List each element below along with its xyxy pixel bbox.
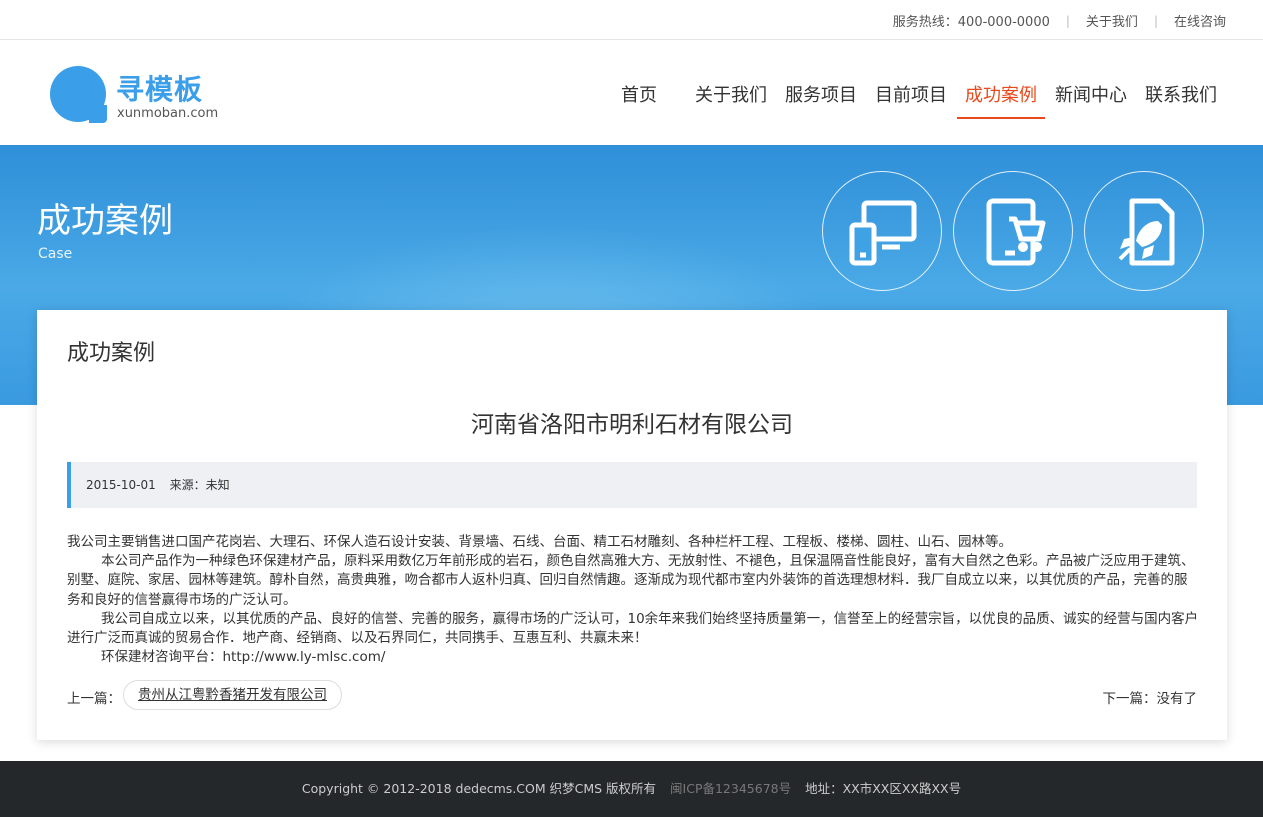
logo-bubble-icon bbox=[50, 66, 107, 123]
rocket-file-icon bbox=[1084, 171, 1204, 291]
service-hotline: 服务热线：400-000-0000 bbox=[892, 15, 1050, 30]
top-bar: 服务热线：400-000-0000 | 关于我们 | 在线咨询 bbox=[0, 0, 1263, 40]
content-card: 成功案例 河南省洛阳市明利石材有限公司 2015-10-01 来源：未知 我公司… bbox=[37, 310, 1227, 740]
banner-subtitle: Case bbox=[38, 246, 73, 262]
main-nav: 首页 关于我们 服务项目 目前项目 成功案例 新闻中心 联系我们 bbox=[611, 41, 1225, 145]
nav-item-home[interactable]: 首页 bbox=[613, 41, 665, 145]
divider: | bbox=[1153, 13, 1158, 28]
article-paragraph: 我公司自成立以来，以其优质的产品、良好的信誉、完善的服务，赢得市场的广泛认可，1… bbox=[67, 610, 1199, 647]
prev-label: 上一篇： bbox=[67, 691, 121, 707]
tablet-cart-icon bbox=[953, 171, 1073, 291]
nav-item-cases[interactable]: 成功案例 bbox=[957, 41, 1045, 145]
nav-item-services[interactable]: 服务项目 bbox=[777, 41, 865, 145]
site-logo[interactable]: 寻模板 xunmoban.com bbox=[50, 66, 230, 126]
divider: | bbox=[1065, 13, 1070, 28]
footer-copyright: Copyright © 2012-2018 dedecms.COM 织梦CMS … bbox=[301, 781, 657, 796]
article-body: 我公司主要销售进口国产花岗岩、大理石、环保人造石设计安装、背景墙、石线、台面、精… bbox=[67, 533, 1199, 667]
article-meta: 2015-10-01 来源：未知 bbox=[67, 462, 1197, 508]
article-source: 来源：未知 bbox=[169, 478, 230, 492]
article-paragraph: 本公司产品作为一种绿色环保建材产品，原料采用数亿万年前形成的岩石，颜色自然高雅大… bbox=[67, 553, 1195, 608]
nav-item-about[interactable]: 关于我们 bbox=[687, 41, 775, 145]
footer-icp[interactable]: 闽ICP备12345678号 bbox=[670, 781, 791, 796]
article-title: 河南省洛阳市明利石材有限公司 bbox=[471, 412, 793, 438]
site-header: 寻模板 xunmoban.com 首页 关于我们 服务项目 目前项目 成功案例 … bbox=[0, 41, 1263, 145]
logo-domain: xunmoban.com bbox=[117, 106, 219, 121]
nav-item-contact[interactable]: 联系我们 bbox=[1137, 41, 1225, 145]
footer-address: 地址：XX市XX区XX路XX号 bbox=[805, 781, 962, 796]
prev-article-link[interactable]: 贵州从江粤黔香猪开发有限公司 bbox=[123, 680, 342, 710]
top-link-consult[interactable]: 在线咨询 bbox=[1174, 11, 1226, 30]
site-footer: Copyright © 2012-2018 dedecms.COM 织梦CMS … bbox=[0, 761, 1263, 817]
banner-title: 成功案例 bbox=[37, 201, 173, 241]
section-title: 成功案例 bbox=[67, 341, 156, 366]
nav-item-projects[interactable]: 目前项目 bbox=[867, 41, 955, 145]
logo-name: 寻模板 bbox=[116, 73, 204, 106]
devices-icon bbox=[822, 171, 942, 291]
prev-next-nav: 上一篇： 贵州从江粤黔香猪开发有限公司 下一篇：没有了 bbox=[67, 680, 1197, 712]
next-label: 下一篇：没有了 bbox=[1102, 691, 1198, 707]
nav-item-news[interactable]: 新闻中心 bbox=[1047, 41, 1135, 145]
article-paragraph: 环保建材咨询平台：http://www.ly-mlsc.com/ bbox=[101, 649, 386, 666]
article-date: 2015-10-01 bbox=[86, 478, 156, 492]
article-paragraph: 我公司主要销售进口国产花岗岩、大理石、环保人造石设计安装、背景墙、石线、台面、精… bbox=[67, 534, 1012, 550]
top-links: 服务热线：400-000-0000 | 关于我们 | 在线咨询 bbox=[892, 11, 1226, 31]
top-link-about[interactable]: 关于我们 bbox=[1086, 11, 1138, 30]
